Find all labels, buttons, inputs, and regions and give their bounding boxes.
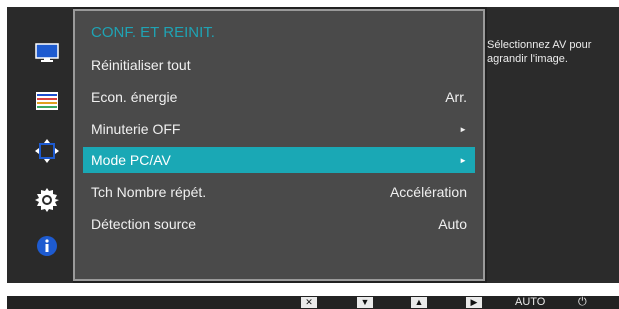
gear-icon[interactable] xyxy=(34,187,60,213)
menu-item-label: Tch Nombre répét. xyxy=(91,184,207,200)
menu-item-value: Arr. xyxy=(445,89,467,105)
menu-item-pc-av-mode[interactable]: Mode PC/AV ► xyxy=(83,147,475,173)
resize-icon[interactable] xyxy=(34,138,60,164)
up-arrow-icon: ▲ xyxy=(411,297,427,308)
info-icon[interactable] xyxy=(34,233,60,259)
down-button[interactable]: ▼ xyxy=(357,296,373,309)
help-panel: Sélectionnez AV pour agrandir l'image. xyxy=(487,7,619,283)
play-icon: ▶ xyxy=(466,297,482,308)
menu-item-label: Réinitialiser tout xyxy=(91,57,191,73)
chevron-right-icon: ► xyxy=(459,124,467,134)
enter-button[interactable]: ▶ xyxy=(466,296,482,309)
menu-item-label: Minuterie OFF xyxy=(91,121,181,137)
monitor-icon[interactable] xyxy=(34,40,60,66)
close-icon: ✕ xyxy=(301,297,317,308)
menu-item-label: Mode PC/AV xyxy=(91,152,171,168)
color-bars-icon[interactable] xyxy=(34,88,60,114)
menu-item-off-timer[interactable]: Minuterie OFF ► xyxy=(83,116,475,142)
menu-item-value: Auto xyxy=(438,216,467,232)
menu-item-eco-energy[interactable]: Econ. énergie Arr. xyxy=(83,84,475,110)
power-button[interactable]: ⏻ xyxy=(578,296,587,309)
down-arrow-icon: ▼ xyxy=(357,297,373,308)
menu-item-source-detection[interactable]: Détection source Auto xyxy=(83,211,475,237)
menu-item-label: Econ. énergie xyxy=(91,89,178,105)
sidebar xyxy=(7,7,73,283)
auto-label: AUTO xyxy=(515,296,546,308)
menu-item-value: Accélération xyxy=(389,184,467,200)
chevron-right-icon: ► xyxy=(459,155,467,165)
menu-item-key-repeat[interactable]: Tch Nombre répét. Accélération xyxy=(83,179,475,205)
menu-item-label: Détection source xyxy=(91,216,197,232)
up-button[interactable]: ▲ xyxy=(411,296,427,309)
menu-title: CONF. ET REINIT. xyxy=(91,24,215,41)
auto-button[interactable]: AUTO xyxy=(515,296,545,309)
settings-menu: CONF. ET REINIT. Réinitialiser tout Econ… xyxy=(73,9,485,281)
power-icon: ⏻ xyxy=(578,296,587,308)
close-button[interactable]: ✕ xyxy=(301,296,317,309)
menu-item-reset-all[interactable]: Réinitialiser tout xyxy=(83,52,475,78)
control-bar: ✕ ▼ ▲ ▶ AUTO ⏻ xyxy=(7,296,619,309)
help-text: Sélectionnez AV pour agrandir l'image. xyxy=(487,39,592,65)
